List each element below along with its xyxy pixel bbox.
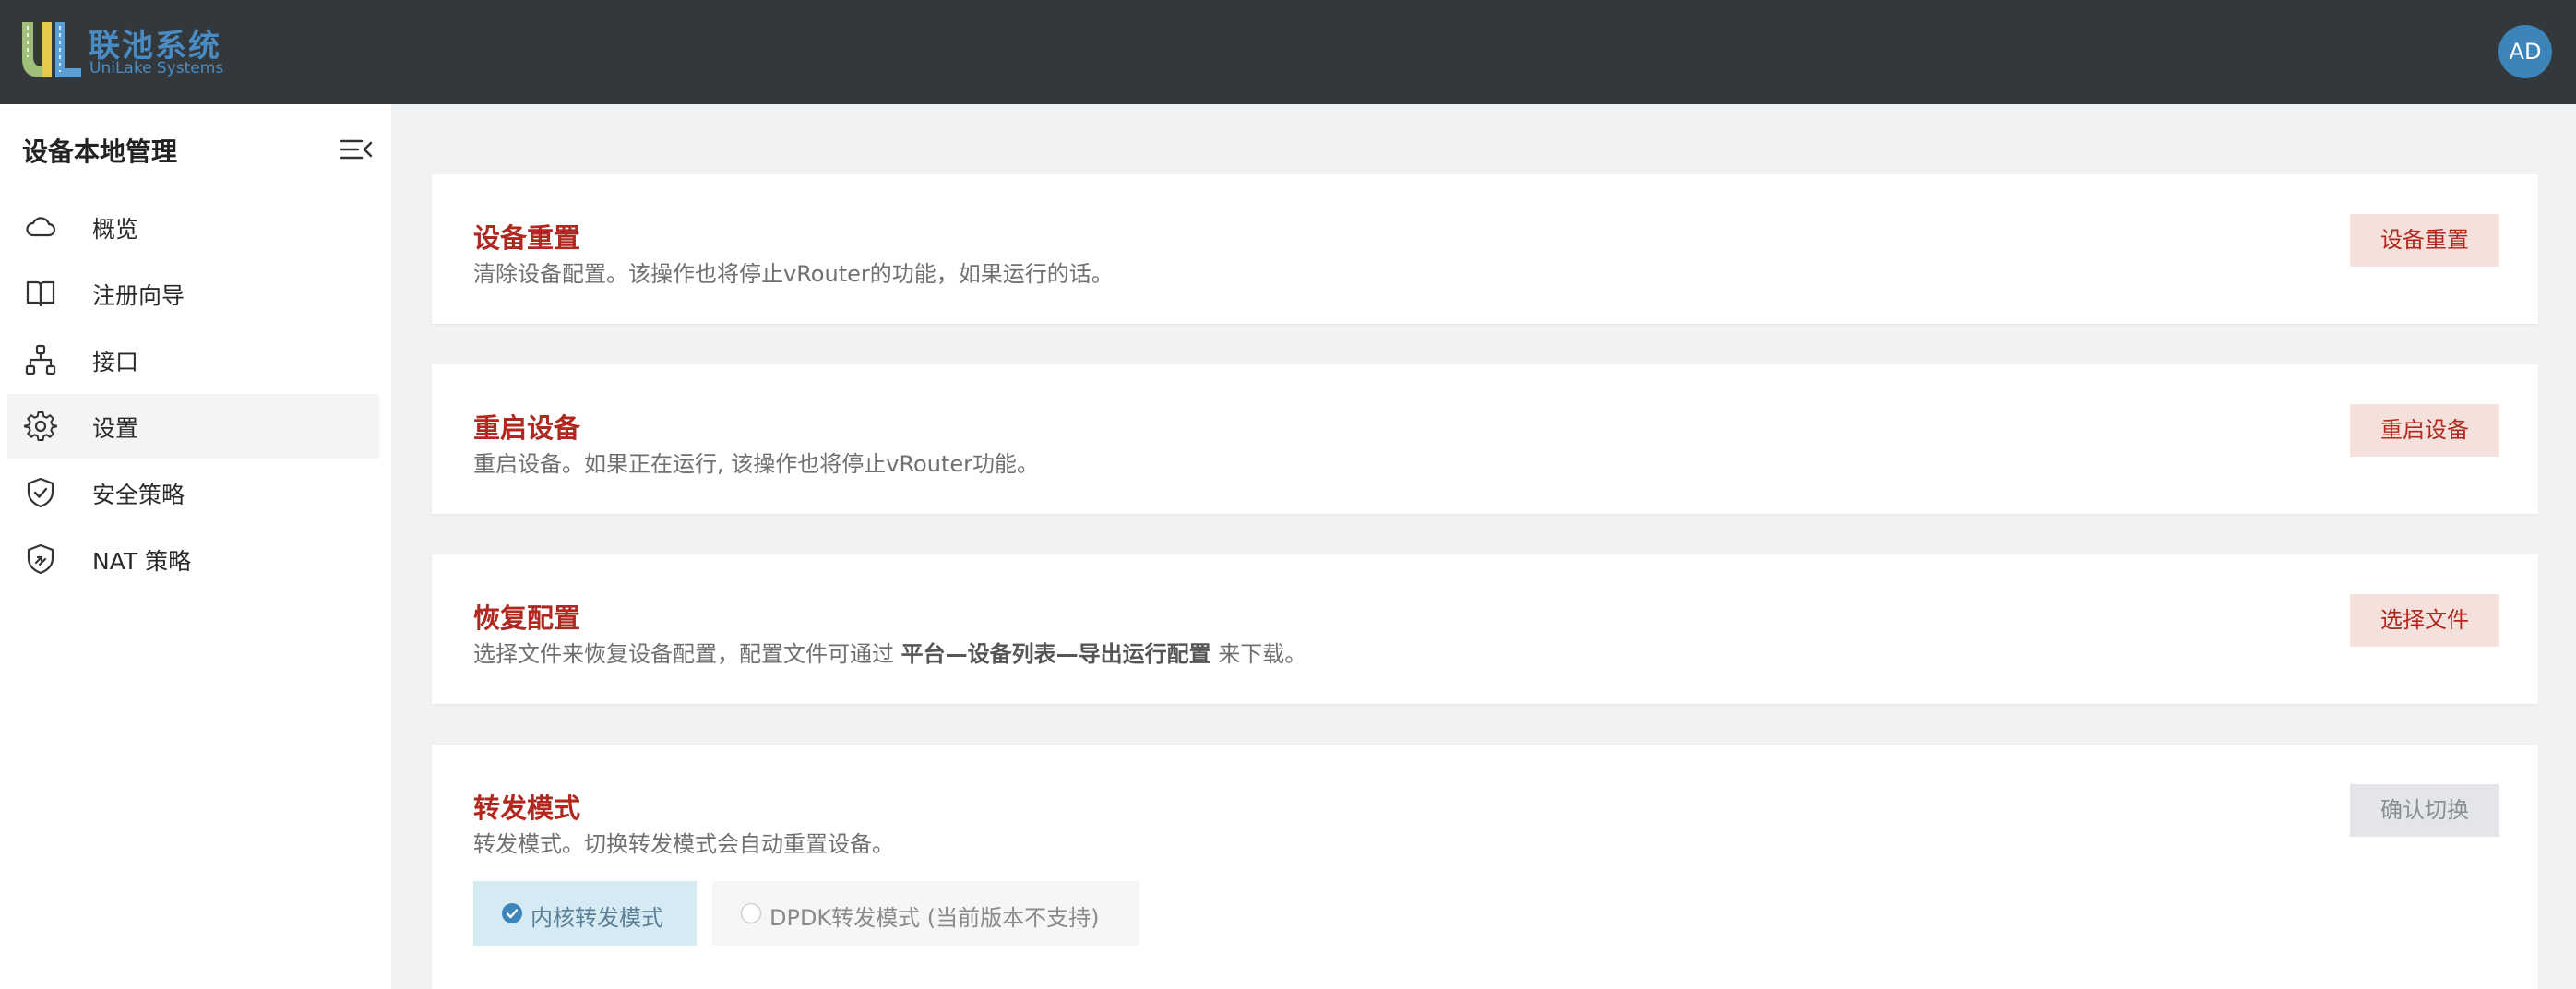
book-icon	[26, 280, 55, 307]
reboot-device-card: 重启设备 重启设备。如果正在运行, 该操作也将停止vRouter功能。 重启设备	[432, 364, 2538, 514]
radio-label: 内核转发模式	[531, 905, 663, 931]
device-reset-button[interactable]: 设备重置	[2350, 214, 2499, 267]
collapse-sidebar-icon[interactable]	[338, 136, 375, 163]
brand-name-en: UniLake Systems	[89, 59, 224, 77]
shield-nat-icon	[27, 543, 54, 575]
user-avatar[interactable]: AD	[2498, 25, 2552, 78]
sidebar-item-label: 设置	[92, 415, 139, 442]
radio-checked-icon	[502, 903, 522, 923]
sidebar-item-label: NAT 策略	[92, 548, 192, 575]
sidebar-item-interfaces[interactable]: 接口	[7, 328, 379, 392]
sidebar-item-label: 接口	[92, 349, 139, 375]
kernel-forwarding-radio[interactable]: 内核转发模式	[473, 881, 697, 946]
dpdk-forwarding-radio[interactable]: DPDK转发模式 (当前版本不支持)	[712, 881, 1139, 946]
confirm-switch-button[interactable]: 确认切换	[2350, 784, 2499, 837]
sidebar-item-label: 安全策略	[92, 482, 185, 508]
shield-check-icon	[27, 477, 54, 508]
sidebar-item-settings[interactable]: 设置	[7, 394, 379, 459]
card-title: 恢复配置	[473, 602, 581, 634]
desc-suffix: 来下载。	[1210, 641, 1307, 667]
choose-file-button[interactable]: 选择文件	[2350, 594, 2499, 647]
card-description: 选择文件来恢复设备配置，配置文件可通过 平台—设备列表—导出运行配置 来下载。	[473, 636, 1306, 668]
reboot-device-button[interactable]: 重启设备	[2350, 404, 2499, 457]
sidebar-item-security-policy[interactable]: 安全策略	[7, 460, 379, 525]
brand-logo[interactable]: 联池系统 UniLake Systems	[20, 20, 233, 81]
card-description: 转发模式。切换转发模式会自动重置设备。	[473, 831, 894, 857]
sidebar-item-nat-policy[interactable]: NAT 策略	[7, 527, 379, 591]
restore-config-card: 恢复配置 选择文件来恢复设备配置，配置文件可通过 平台—设备列表—导出运行配置 …	[432, 554, 2538, 704]
card-description: 重启设备。如果正在运行, 该操作也将停止vRouter功能。	[473, 451, 1039, 477]
radio-unchecked-icon	[740, 902, 762, 924]
device-reset-card: 设备重置 清除设备配置。该操作也将停止vRouter的功能，如果运行的话。 设备…	[432, 174, 2538, 324]
card-description: 清除设备配置。该操作也将停止vRouter的功能，如果运行的话。	[473, 261, 1114, 287]
sidebar-item-label: 概览	[92, 216, 139, 243]
cloud-icon	[26, 217, 56, 237]
sidebar-item-overview[interactable]: 概览	[7, 195, 379, 259]
sidebar-item-registration-wizard[interactable]: 注册向导	[7, 261, 379, 326]
sidebar: 设备本地管理 概览 注册向导 接口 设置 安全策略 NAT 策略	[0, 104, 391, 989]
radio-label: DPDK转发模式 (当前版本不支持)	[769, 905, 1100, 931]
sidebar-item-label: 注册向导	[92, 282, 185, 309]
unilake-logo-icon	[22, 22, 81, 77]
card-title: 转发模式	[473, 792, 581, 824]
network-icon	[25, 344, 56, 375]
desc-prefix: 选择文件来恢复设备配置，配置文件可通过	[473, 641, 901, 667]
card-title: 重启设备	[473, 412, 581, 444]
gear-icon	[24, 411, 57, 441]
sidebar-title: 设备本地管理	[22, 137, 178, 167]
top-bar: 联池系统 UniLake Systems AD	[0, 0, 2576, 104]
forwarding-mode-card: 转发模式 转发模式。切换转发模式会自动重置设备。 确认切换 内核转发模式 DPD…	[432, 745, 2538, 989]
card-title: 设备重置	[473, 222, 581, 254]
desc-path: 平台—设备列表—导出运行配置	[900, 641, 1211, 667]
